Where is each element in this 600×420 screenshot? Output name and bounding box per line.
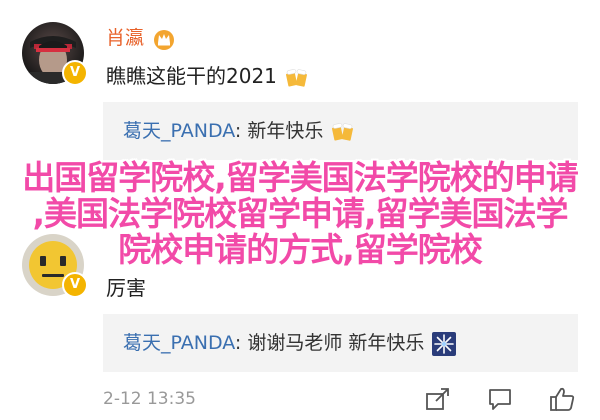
reply-username[interactable]: 葛天_PANDA [123, 120, 235, 142]
comment-text-content: 瞧瞧这能干的2021 [106, 64, 277, 88]
firework-emoji-icon [432, 331, 457, 356]
comment-icon[interactable] [486, 386, 514, 412]
beer-emoji-icon [332, 122, 354, 141]
like-icon[interactable] [548, 386, 576, 412]
reply-box[interactable]: 葛天_PANDA: 新年快乐 [103, 102, 578, 160]
share-icon[interactable] [424, 386, 452, 412]
reply-text: 谢谢马老师 新年快乐 [247, 332, 425, 354]
comment-timestamp: 2-12 13:35 [103, 389, 196, 409]
avatar-xiaoying[interactable]: V [22, 22, 88, 86]
avatar-smiley[interactable]: V [22, 234, 88, 298]
banner-line-2: ,美国法学院校留学申请,留学美国法学 [32, 194, 568, 233]
reply-colon: : [234, 332, 248, 354]
reply-username[interactable]: 葛天_PANDA [123, 332, 235, 354]
beer-emoji-icon [286, 68, 308, 87]
promo-banner-text: 出国留学院校,留学美国法学院校的申请 ,美国法学院校留学申请,留学美国法学 院校… [0, 160, 600, 268]
crown-badge-icon [154, 30, 174, 50]
verified-badge-icon: V [62, 60, 88, 86]
reply-box[interactable]: 葛天_PANDA: 谢谢马老师 新年快乐 [103, 314, 578, 372]
banner-line-3: 院校申请的方式,留学院校 [118, 230, 483, 269]
verified-badge-icon: V [62, 272, 88, 298]
reply-colon: : [234, 120, 248, 142]
reply-text: 新年快乐 [247, 120, 324, 142]
banner-line-1: 出国留学院校,留学美国法学院校的申请 [22, 158, 579, 197]
comment-username[interactable]: 肖瀛 [106, 26, 144, 50]
comment-text: 厉害 [106, 276, 146, 300]
comment-text: 瞧瞧这能干的2021 [106, 63, 309, 89]
